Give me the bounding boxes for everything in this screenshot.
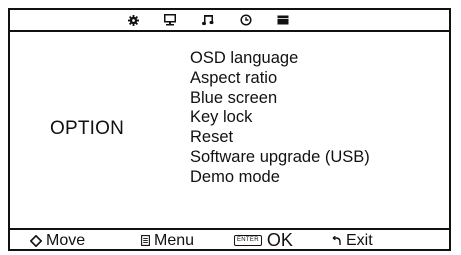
- music-note-icon: [202, 15, 214, 26]
- hint-menu: Menu: [141, 230, 194, 251]
- hint-exit-label: Exit: [346, 231, 373, 249]
- hint-move: Move: [30, 230, 85, 251]
- gear-icon: [127, 14, 139, 26]
- menu-item-aspect-ratio[interactable]: Aspect ratio: [190, 69, 370, 89]
- menu-key-icon: [141, 235, 150, 246]
- clock-icon: [240, 14, 252, 26]
- tab-picture[interactable]: [159, 11, 181, 29]
- osd-menu-window: OPTION OSD language Aspect ratio Blue sc…: [8, 8, 451, 251]
- return-arrow-icon: [332, 235, 342, 246]
- option-menu-list: OSD language Aspect ratio Blue screen Ke…: [190, 49, 370, 188]
- menu-item-osd-language[interactable]: OSD language: [190, 49, 370, 69]
- hint-menu-label: Menu: [154, 231, 195, 249]
- category-tab-bar: [10, 10, 449, 32]
- hint-exit: Exit: [332, 230, 373, 251]
- tab-sound[interactable]: [197, 11, 219, 29]
- menu-item-software-upgrade[interactable]: Software upgrade (USB): [190, 148, 370, 168]
- key-hint-bar: Move Menu ENTER OK Exit: [10, 228, 449, 251]
- enter-key-icon: ENTER: [234, 235, 262, 246]
- tab-time[interactable]: [235, 11, 257, 29]
- hint-move-label: Move: [46, 231, 86, 249]
- tab-option[interactable]: [272, 11, 294, 29]
- monitor-icon: [164, 14, 176, 26]
- hint-ok-label: OK: [266, 230, 293, 250]
- menu-item-reset[interactable]: Reset: [190, 128, 370, 148]
- option-block-icon: [277, 15, 289, 25]
- direction-pad-icon: [30, 234, 42, 247]
- menu-item-key-lock[interactable]: Key lock: [190, 108, 370, 128]
- hint-ok: ENTER OK: [234, 230, 293, 251]
- menu-item-blue-screen[interactable]: Blue screen: [190, 89, 370, 109]
- menu-item-demo-mode[interactable]: Demo mode: [190, 168, 370, 188]
- tab-settings[interactable]: [122, 11, 144, 29]
- section-title: OPTION: [50, 118, 125, 139]
